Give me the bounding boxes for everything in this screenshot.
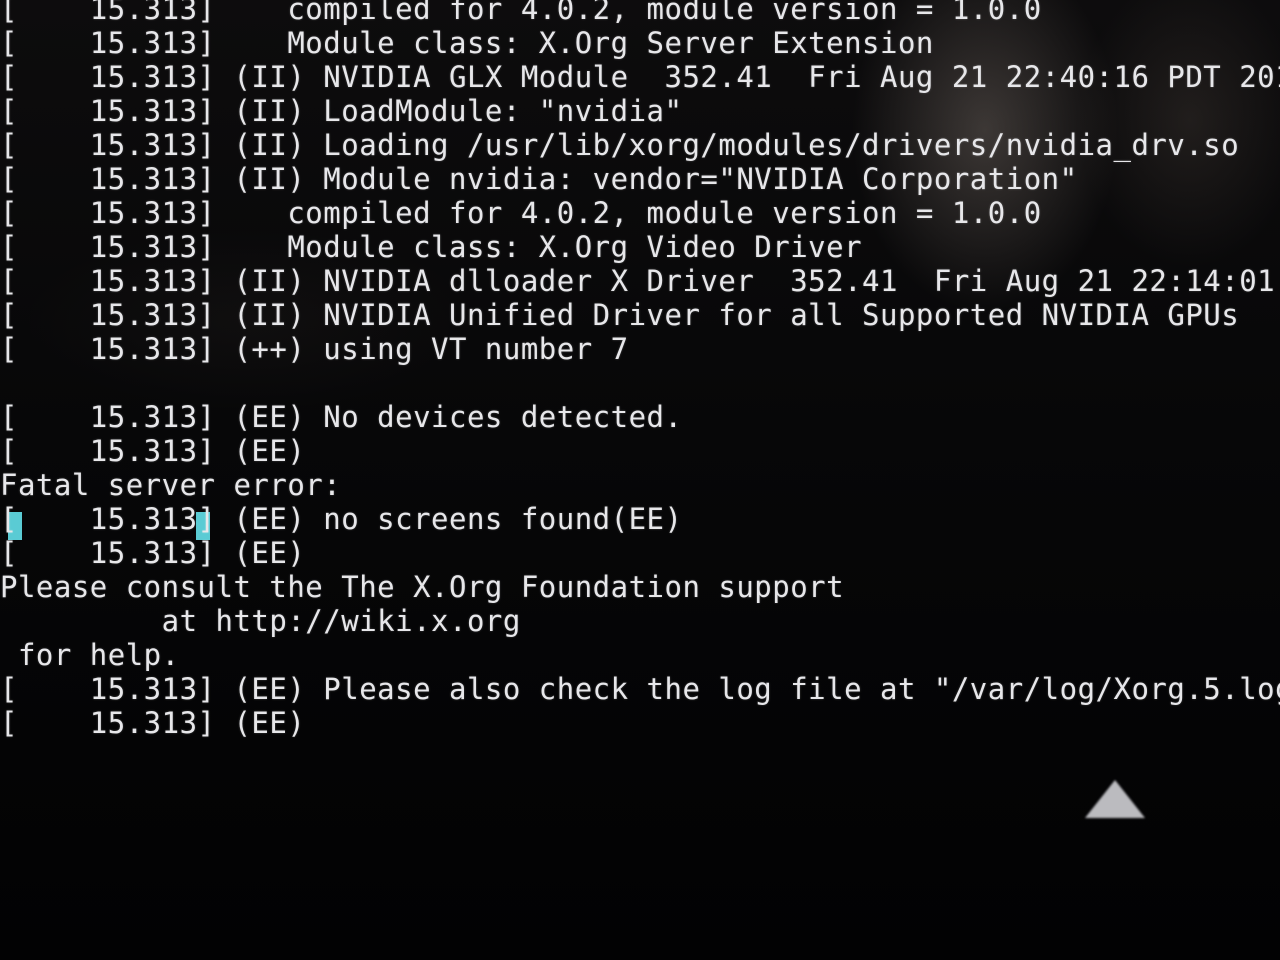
- log-line-4: [ 15.313] (II) LoadModule: "nvidia": [0, 94, 683, 128]
- log-line-9: [ 15.313] (II) NVIDIA dlloader X Driver …: [0, 264, 1280, 298]
- log-line-14: [ 15.313] (EE): [0, 434, 306, 468]
- help-line: for help.: [0, 638, 180, 672]
- log-line-13: [ 15.313] (EE) No devices detected.: [0, 400, 683, 434]
- consult-line: Please consult the The X.Org Foundation …: [0, 570, 845, 604]
- log-line-5: [ 15.313] (II) Loading /usr/lib/xorg/mod…: [0, 128, 1240, 162]
- screen-glare: [1085, 780, 1145, 818]
- log-line-2: [ 15.313] Module class: X.Org Server Ext…: [0, 26, 934, 60]
- log-line-1: [ 15.313] compiled for 4.0.2, module ver…: [0, 0, 1042, 26]
- log-line-8: [ 15.313] Module class: X.Org Video Driv…: [0, 230, 863, 264]
- log-line-16: [ 15.313] (EE) no screens found(EE): [0, 502, 683, 536]
- log-line-10: [ 15.313] (II) NVIDIA Unified Driver for…: [0, 298, 1240, 332]
- log-line-17: [ 15.313] (EE): [0, 536, 306, 570]
- log-line-22: [ 15.313] (EE): [0, 706, 306, 740]
- log-line-6: [ 15.313] (II) Module nvidia: vendor="NV…: [0, 162, 1078, 196]
- log-line-21: [ 15.313] (EE) Please also check the log…: [0, 672, 1280, 706]
- terminal-screen: [ 15.313] compiled for 4.0.2, module ver…: [0, 0, 1280, 960]
- log-line-3: [ 15.313] (II) NVIDIA GLX Module 352.41 …: [0, 60, 1280, 94]
- log-line-11: [ 15.313] (++) using VT number 7: [0, 332, 629, 366]
- fatal-error-line: Fatal server error:: [0, 468, 342, 502]
- url-line: at http://wiki.x.org: [0, 604, 521, 638]
- log-line-7: [ 15.313] compiled for 4.0.2, module ver…: [0, 196, 1042, 230]
